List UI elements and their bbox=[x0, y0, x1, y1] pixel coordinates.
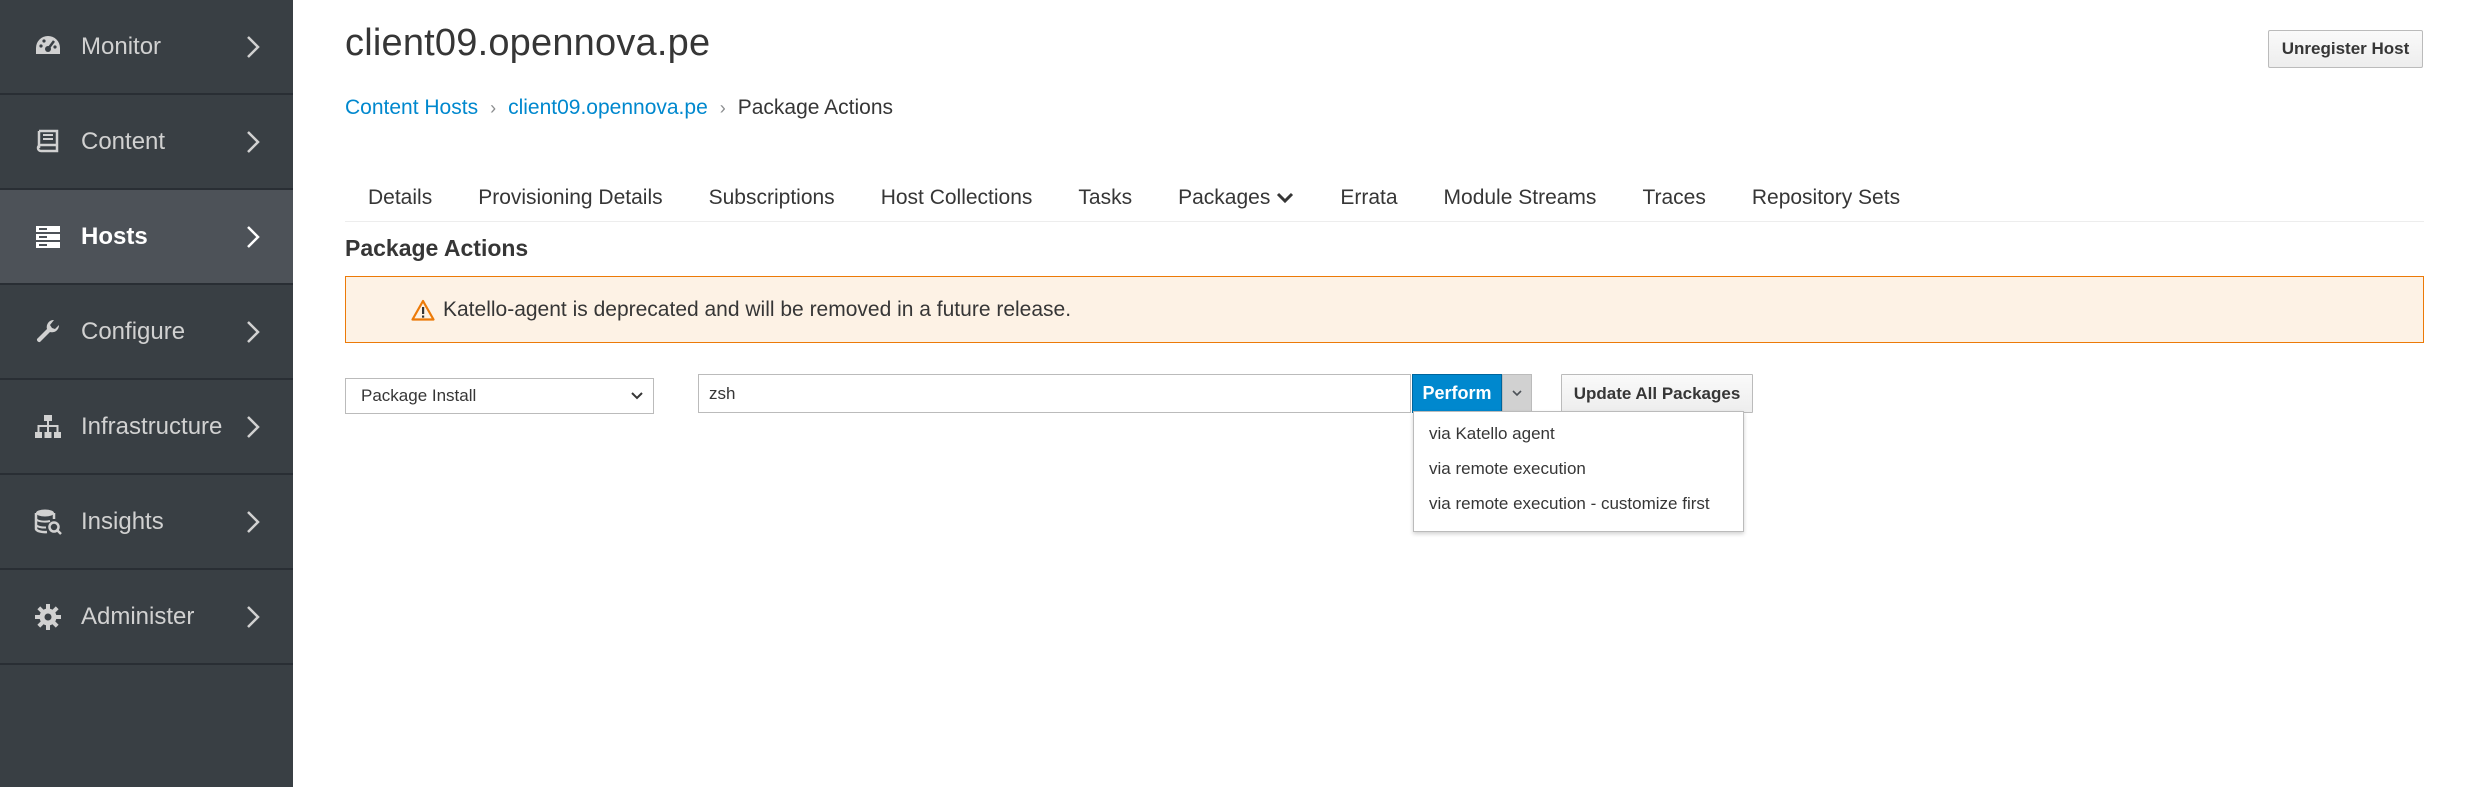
tab-provisioning-details[interactable]: Provisioning Details bbox=[455, 175, 685, 221]
sidebar-item-label: Hosts bbox=[81, 222, 148, 250]
chevron-right-icon bbox=[244, 224, 262, 250]
sidebar-item-content[interactable]: Content bbox=[0, 95, 293, 190]
sidebar-item-label: Configure bbox=[81, 317, 186, 345]
sidebar-item-monitor[interactable]: Monitor bbox=[0, 0, 293, 95]
breadcrumb: Content Hosts › client09.opennova.pe › P… bbox=[345, 96, 893, 120]
warning-icon bbox=[411, 299, 435, 321]
deprecation-alert: Katello-agent is deprecated and will be … bbox=[345, 276, 2424, 343]
tab-repository-sets[interactable]: Repository Sets bbox=[1729, 175, 1923, 221]
perform-dropdown-menu: via Katello agent via remote execution v… bbox=[1413, 411, 1744, 532]
sidebar-item-administer[interactable]: Administer bbox=[0, 570, 293, 665]
tab-module-streams[interactable]: Module Streams bbox=[1421, 175, 1620, 221]
sidebar-item-infrastructure[interactable]: Infrastructure bbox=[0, 380, 293, 475]
chevron-right-icon bbox=[244, 319, 262, 345]
sidebar-nav: Monitor Content Hosts Configure Infrastr… bbox=[0, 0, 293, 787]
sidebar-item-label: Content bbox=[81, 127, 166, 155]
package-name-input[interactable] bbox=[698, 374, 1411, 413]
breadcrumb-separator-icon: › bbox=[719, 97, 726, 118]
sidebar-item-insights[interactable]: Insights bbox=[0, 475, 293, 570]
tab-subscriptions[interactable]: Subscriptions bbox=[686, 175, 858, 221]
chevron-down-icon bbox=[629, 388, 645, 409]
unregister-host-button[interactable]: Unregister Host bbox=[2268, 30, 2423, 68]
alert-text: Katello-agent is deprecated and will be … bbox=[443, 297, 1072, 321]
menu-item-katello-agent[interactable]: via Katello agent bbox=[1414, 416, 1743, 451]
chevron-right-icon bbox=[244, 129, 262, 155]
book-icon bbox=[32, 126, 64, 158]
tab-traces[interactable]: Traces bbox=[1619, 175, 1728, 221]
breadcrumb-host-link[interactable]: client09.opennova.pe bbox=[508, 96, 708, 120]
chevron-right-icon bbox=[244, 414, 262, 440]
main-content: client09.opennova.pe Unregister Host Con… bbox=[293, 0, 2469, 787]
chevron-right-icon bbox=[244, 34, 262, 60]
page-title: client09.opennova.pe bbox=[345, 22, 711, 64]
sidebar-item-configure[interactable]: Configure bbox=[0, 285, 293, 380]
tab-details[interactable]: Details bbox=[345, 175, 455, 221]
database-search-icon bbox=[32, 506, 64, 538]
dashboard-icon bbox=[32, 31, 64, 63]
section-title: Package Actions bbox=[345, 235, 529, 261]
sidebar-item-label: Monitor bbox=[81, 32, 162, 60]
perform-dropdown-toggle[interactable] bbox=[1502, 374, 1532, 413]
chevron-down-icon bbox=[1511, 385, 1523, 403]
tab-packages-label: Packages bbox=[1178, 186, 1271, 209]
chevron-right-icon bbox=[244, 604, 262, 630]
tab-host-collections[interactable]: Host Collections bbox=[858, 175, 1056, 221]
server-icon bbox=[32, 221, 64, 253]
host-tabs: Details Provisioning Details Subscriptio… bbox=[345, 175, 2424, 222]
sidebar-item-label: Insights bbox=[81, 507, 164, 535]
gear-icon bbox=[32, 601, 64, 633]
sidebar-item-label: Administer bbox=[81, 602, 195, 630]
tab-tasks[interactable]: Tasks bbox=[1055, 175, 1155, 221]
sidebar-item-hosts[interactable]: Hosts bbox=[0, 190, 293, 285]
menu-item-remote-execution-customize[interactable]: via remote execution - customize first bbox=[1414, 486, 1743, 521]
tab-errata[interactable]: Errata bbox=[1317, 175, 1420, 221]
breadcrumb-separator-icon: › bbox=[490, 97, 497, 118]
package-action-selected: Package Install bbox=[361, 386, 477, 405]
breadcrumb-current: Package Actions bbox=[737, 96, 894, 119]
wrench-icon bbox=[32, 316, 64, 348]
perform-button[interactable]: Perform bbox=[1412, 374, 1502, 413]
chevron-right-icon bbox=[244, 509, 262, 535]
tab-packages[interactable]: Packages bbox=[1155, 175, 1317, 221]
package-action-select[interactable]: Package Install bbox=[345, 378, 654, 414]
menu-item-remote-execution[interactable]: via remote execution bbox=[1414, 451, 1743, 486]
sidebar-item-label: Infrastructure bbox=[81, 412, 223, 440]
chevron-down-icon bbox=[1276, 191, 1294, 205]
update-all-packages-button[interactable]: Update All Packages bbox=[1561, 374, 1753, 413]
breadcrumb-content-hosts-link[interactable]: Content Hosts bbox=[345, 96, 478, 120]
network-icon bbox=[32, 411, 64, 443]
